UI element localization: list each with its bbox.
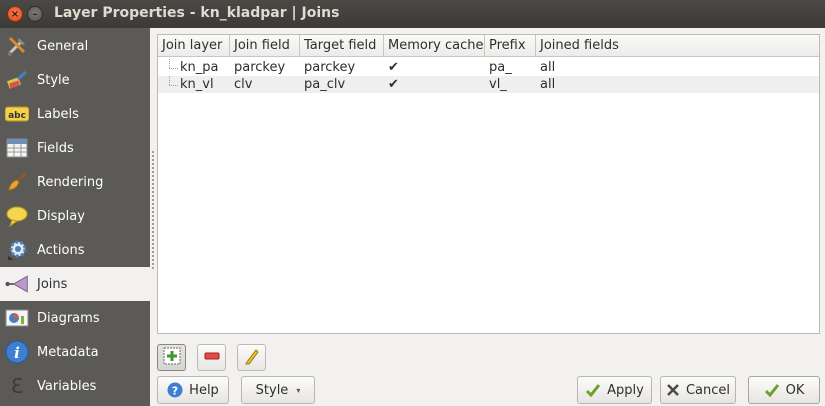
sidebar-item-label: General — [37, 38, 89, 54]
sidebar-item-diagrams[interactable]: Diagrams — [0, 301, 150, 335]
apply-check-icon — [585, 382, 601, 398]
cell-join-field: clv — [234, 77, 253, 92]
close-icon: × — [10, 8, 20, 20]
svg-text:i: i — [14, 344, 20, 362]
sidebar-item-rendering[interactable]: Rendering — [0, 165, 150, 199]
title-bar: × – Layer Properties - kn_kladpar | Join… — [0, 0, 825, 28]
edit-join-button[interactable] — [237, 344, 266, 371]
sidebar: General Style abc Labels Fields Renderin… — [0, 28, 150, 406]
general-tools-icon — [5, 34, 29, 58]
join-layer-value: kn_vl — [180, 77, 214, 92]
sidebar-item-label: Variables — [37, 378, 97, 394]
cell-join-field: parckey — [234, 60, 286, 75]
labels-abc-icon: abc — [5, 102, 29, 126]
ok-button[interactable]: OK — [748, 376, 820, 404]
add-join-icon — [163, 347, 181, 369]
cell-prefix: pa_ — [489, 60, 512, 75]
sidebar-item-display[interactable]: Display — [0, 199, 150, 233]
minimize-icon: – — [32, 8, 38, 20]
dropdown-caret-icon: ▾ — [296, 385, 301, 395]
sidebar-item-style[interactable]: Style — [0, 63, 150, 97]
table-row[interactable]: kn_pa parckey parckey ✔ pa_ all — [158, 59, 819, 76]
metadata-info-icon: i — [5, 340, 29, 364]
remove-join-icon — [203, 347, 221, 369]
cell-target-field: pa_clv — [304, 77, 346, 92]
cancel-label: Cancel — [685, 382, 731, 398]
table-row[interactable]: kn_vl clv pa_clv ✔ vl_ all — [158, 76, 819, 93]
sidebar-item-label: Display — [37, 208, 85, 224]
cell-memory-cache: ✔ — [388, 77, 399, 92]
style-brush-icon — [5, 68, 29, 92]
minimize-window-button[interactable]: – — [27, 6, 43, 22]
sidebar-item-actions[interactable]: Actions — [0, 233, 150, 267]
help-label: Help — [189, 382, 219, 398]
variables-epsilon-icon: ℇ — [5, 374, 29, 398]
sidebar-item-labels[interactable]: abc Labels — [0, 97, 150, 131]
fields-table-icon — [5, 136, 29, 160]
display-bubble-icon — [5, 204, 29, 228]
cell-joined-fields: all — [540, 60, 556, 75]
remove-join-button[interactable] — [197, 344, 226, 371]
column-header-join-field[interactable]: Join field — [230, 35, 300, 57]
sidebar-item-joins[interactable]: Joins — [0, 267, 150, 301]
cell-memory-cache: ✔ — [388, 60, 399, 75]
svg-text:?: ? — [172, 385, 178, 398]
close-window-button[interactable]: × — [7, 6, 23, 22]
cell-join-layer: kn_pa — [158, 59, 230, 76]
cancel-x-icon — [666, 383, 680, 397]
column-header-target-field[interactable]: Target field — [300, 35, 384, 57]
splitter-handle[interactable] — [151, 150, 155, 270]
sidebar-item-label: Fields — [37, 140, 74, 156]
style-label: Style — [255, 382, 289, 398]
cell-target-field: parckey — [304, 60, 356, 75]
column-header-memory-cache[interactable]: Memory cache — [384, 35, 485, 57]
help-button[interactable]: ? Help — [157, 376, 229, 404]
tree-branch-line — [162, 59, 180, 76]
column-header-joined-fields[interactable]: Joined fields — [536, 35, 819, 57]
sidebar-item-label: Metadata — [37, 344, 99, 360]
column-header-prefix[interactable]: Prefix — [485, 35, 536, 57]
actions-gear-icon — [5, 238, 29, 262]
edit-join-icon — [243, 347, 261, 369]
column-header-join-layer[interactable]: Join layer — [158, 35, 230, 57]
add-join-button[interactable] — [157, 344, 186, 371]
sidebar-item-fields[interactable]: Fields — [0, 131, 150, 165]
window-title: Layer Properties - kn_kladpar | Joins — [54, 5, 340, 21]
diagrams-icon — [5, 306, 29, 330]
sidebar-item-label: Labels — [37, 106, 79, 122]
table-header: Join layer Join field Target field Memor… — [158, 35, 819, 57]
joins-table: Join layer Join field Target field Memor… — [157, 34, 820, 334]
cell-joined-fields: all — [540, 77, 556, 92]
cell-prefix: vl_ — [489, 77, 507, 92]
apply-button[interactable]: Apply — [577, 376, 652, 404]
ok-label: OK — [785, 382, 805, 398]
sidebar-item-label: Actions — [37, 242, 85, 258]
svg-text:abc: abc — [8, 111, 26, 121]
sidebar-item-label: Style — [37, 72, 70, 88]
style-dropdown-button[interactable]: Style ▾ — [241, 376, 315, 404]
cell-join-layer: kn_vl — [158, 76, 230, 93]
svg-text:ℇ: ℇ — [11, 375, 23, 397]
ok-check-icon — [764, 382, 780, 398]
sidebar-item-label: Joins — [37, 276, 68, 292]
apply-label: Apply — [607, 382, 644, 398]
sidebar-item-general[interactable]: General — [0, 29, 150, 63]
sidebar-item-label: Diagrams — [37, 310, 100, 326]
sidebar-item-label: Rendering — [37, 174, 104, 190]
help-icon: ? — [167, 382, 183, 398]
tree-branch-line — [162, 76, 180, 93]
sidebar-item-metadata[interactable]: i Metadata — [0, 335, 150, 369]
rendering-brush-icon — [5, 170, 29, 194]
join-layer-value: kn_pa — [180, 60, 219, 75]
cancel-button[interactable]: Cancel — [660, 376, 736, 404]
sidebar-item-variables[interactable]: ℇ Variables — [0, 369, 150, 403]
joins-icon — [5, 272, 29, 296]
